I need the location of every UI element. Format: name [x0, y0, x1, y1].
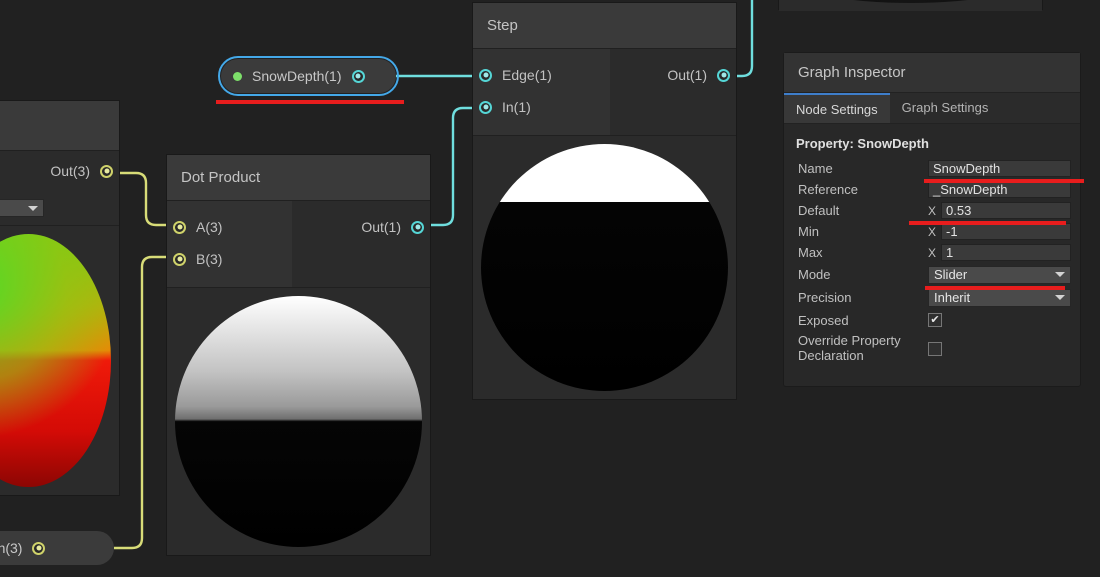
mode-dropdown[interactable]: Slider — [928, 265, 1071, 284]
label-precision: Precision — [798, 290, 852, 305]
chevron-down-icon-mode — [1055, 272, 1065, 277]
override-property-declaration-checkbox[interactable] — [928, 342, 942, 356]
label-reference: Reference — [798, 182, 858, 197]
label-min: Min — [798, 224, 819, 239]
annotation-bar-name-field — [924, 179, 1084, 183]
label-default: Default — [798, 203, 840, 218]
row-override-property-declaration[interactable]: Override Property Declaration — [784, 331, 1080, 367]
axis-label-max: X — [928, 245, 937, 260]
row-mode[interactable]: Mode Slider — [784, 263, 1080, 286]
chevron-down-icon — [28, 205, 38, 211]
name-field[interactable]: SnowDepth — [928, 160, 1071, 177]
property-label-snow-depth: SnowDepth(1) — [252, 68, 342, 84]
label-max: Max — [798, 245, 823, 260]
port-dot-a-icon[interactable] — [173, 220, 186, 234]
node-normal-vector[interactable]: Out(3) World — [0, 100, 120, 496]
row-max[interactable]: Max X 1 — [784, 242, 1080, 263]
shader-graph-canvas[interactable]: Out(3) World wDirection(3) SnowDepth(1) … — [0, 0, 1100, 577]
axis-label-min: X — [928, 224, 937, 239]
node-controls-normal-vector[interactable]: World — [0, 193, 119, 225]
port-label-out3: Out(3) — [50, 163, 90, 179]
property-header: Property: SnowDepth — [796, 136, 929, 151]
node-dot-product[interactable]: Dot Product A(3) B(3) Out(1) — [166, 154, 431, 556]
label-mode: Mode — [798, 267, 831, 282]
property-node-snow-direction[interactable]: wDirection(3) — [0, 531, 114, 565]
port-row-dot-out[interactable]: Out(1) — [292, 211, 430, 243]
precision-dropdown[interactable]: Inherit — [928, 288, 1071, 307]
precision-dropdown-value: Inherit — [934, 289, 971, 305]
annotation-bar-default-field — [909, 221, 1066, 225]
port-row-dot-a[interactable]: A(3) — [167, 211, 292, 243]
node-preview-partial — [779, 0, 1042, 11]
node-ports-step: Edge(1) In(1) Out(1) — [473, 49, 736, 135]
space-dropdown[interactable]: World — [0, 199, 44, 217]
port-row-out3[interactable]: Out(3) — [0, 155, 119, 187]
port-label-dot-out: Out(1) — [361, 219, 402, 235]
property-label-snow-direction: wDirection(3) — [0, 540, 23, 556]
label-override-property-declaration: Override Property Declaration — [798, 333, 901, 363]
property-node-snow-depth[interactable]: SnowDepth(1) — [218, 56, 399, 96]
tab-node-settings[interactable]: Node Settings — [784, 93, 890, 123]
node-title-normal-vector — [0, 101, 119, 151]
port-row-step-in[interactable]: In(1) — [473, 91, 610, 123]
annotation-bar-snow-depth-node — [216, 100, 404, 104]
node-ports-dot-product: A(3) B(3) Out(1) — [167, 201, 431, 287]
port-dot-out3-icon[interactable] — [100, 164, 113, 178]
port-label-step-edge: Edge(1) — [502, 67, 552, 83]
node-step[interactable]: Step Edge(1) In(1) Out(1) — [472, 2, 737, 400]
node-title-dot-product: Dot Product — [167, 155, 430, 201]
port-label-step-in: In(1) — [502, 99, 531, 115]
min-field[interactable]: -1 — [941, 223, 1071, 240]
port-row-step-edge[interactable]: Edge(1) — [473, 59, 610, 91]
graph-inspector-body: Property: SnowDepth Name SnowDepth Refer… — [784, 124, 1084, 367]
row-exposed[interactable]: Exposed ✔ — [784, 309, 1080, 331]
mode-dropdown-value: Slider — [934, 266, 968, 282]
node-preview-normal-vector — [0, 225, 119, 495]
port-label-b: B(3) — [196, 251, 223, 267]
row-default[interactable]: Default X 0.53 — [784, 200, 1080, 221]
port-dot-b-icon[interactable] — [173, 252, 186, 266]
port-label-step-out: Out(1) — [667, 67, 707, 83]
property-color-swatch — [233, 71, 242, 81]
port-dot-snow-depth-out[interactable] — [351, 69, 365, 83]
port-row-dot-b[interactable]: B(3) — [167, 243, 292, 275]
node-ports-normal-vector: Out(3) — [0, 151, 119, 193]
tab-graph-settings[interactable]: Graph Settings — [890, 93, 1001, 123]
node-preview-dot-product — [167, 287, 430, 555]
max-field[interactable]: 1 — [941, 244, 1071, 261]
annotation-bar-mode-dropdown — [925, 286, 1065, 290]
default-field[interactable]: 0.53 — [941, 202, 1071, 219]
node-title-step: Step — [473, 3, 736, 49]
reference-field[interactable]: _SnowDepth — [928, 181, 1071, 198]
port-dot-dot-out-icon[interactable] — [411, 220, 425, 234]
graph-inspector-panel[interactable]: Graph Inspector Node Settings Graph Sett… — [783, 52, 1084, 387]
exposed-checkbox[interactable]: ✔ — [928, 313, 942, 327]
port-dot-step-in-icon[interactable] — [479, 100, 492, 114]
row-name[interactable]: Name SnowDepth — [784, 158, 1080, 179]
port-row-step-out[interactable]: Out(1) — [610, 59, 736, 91]
port-dot-snow-direction-out[interactable] — [32, 541, 46, 555]
port-dot-step-out-icon[interactable] — [717, 68, 730, 82]
graph-inspector-tabs[interactable]: Node Settings Graph Settings — [784, 93, 1080, 124]
label-exposed: Exposed — [798, 312, 849, 328]
graph-inspector-title: Graph Inspector — [784, 53, 1080, 93]
node-preview-step — [473, 135, 736, 399]
chevron-down-icon-precision — [1055, 295, 1065, 300]
port-label-a: A(3) — [196, 219, 223, 235]
node-partial-offscreen[interactable] — [778, 0, 1043, 11]
axis-label-default: X — [928, 203, 937, 218]
port-dot-step-edge-icon[interactable] — [479, 68, 492, 82]
label-name: Name — [798, 161, 833, 176]
